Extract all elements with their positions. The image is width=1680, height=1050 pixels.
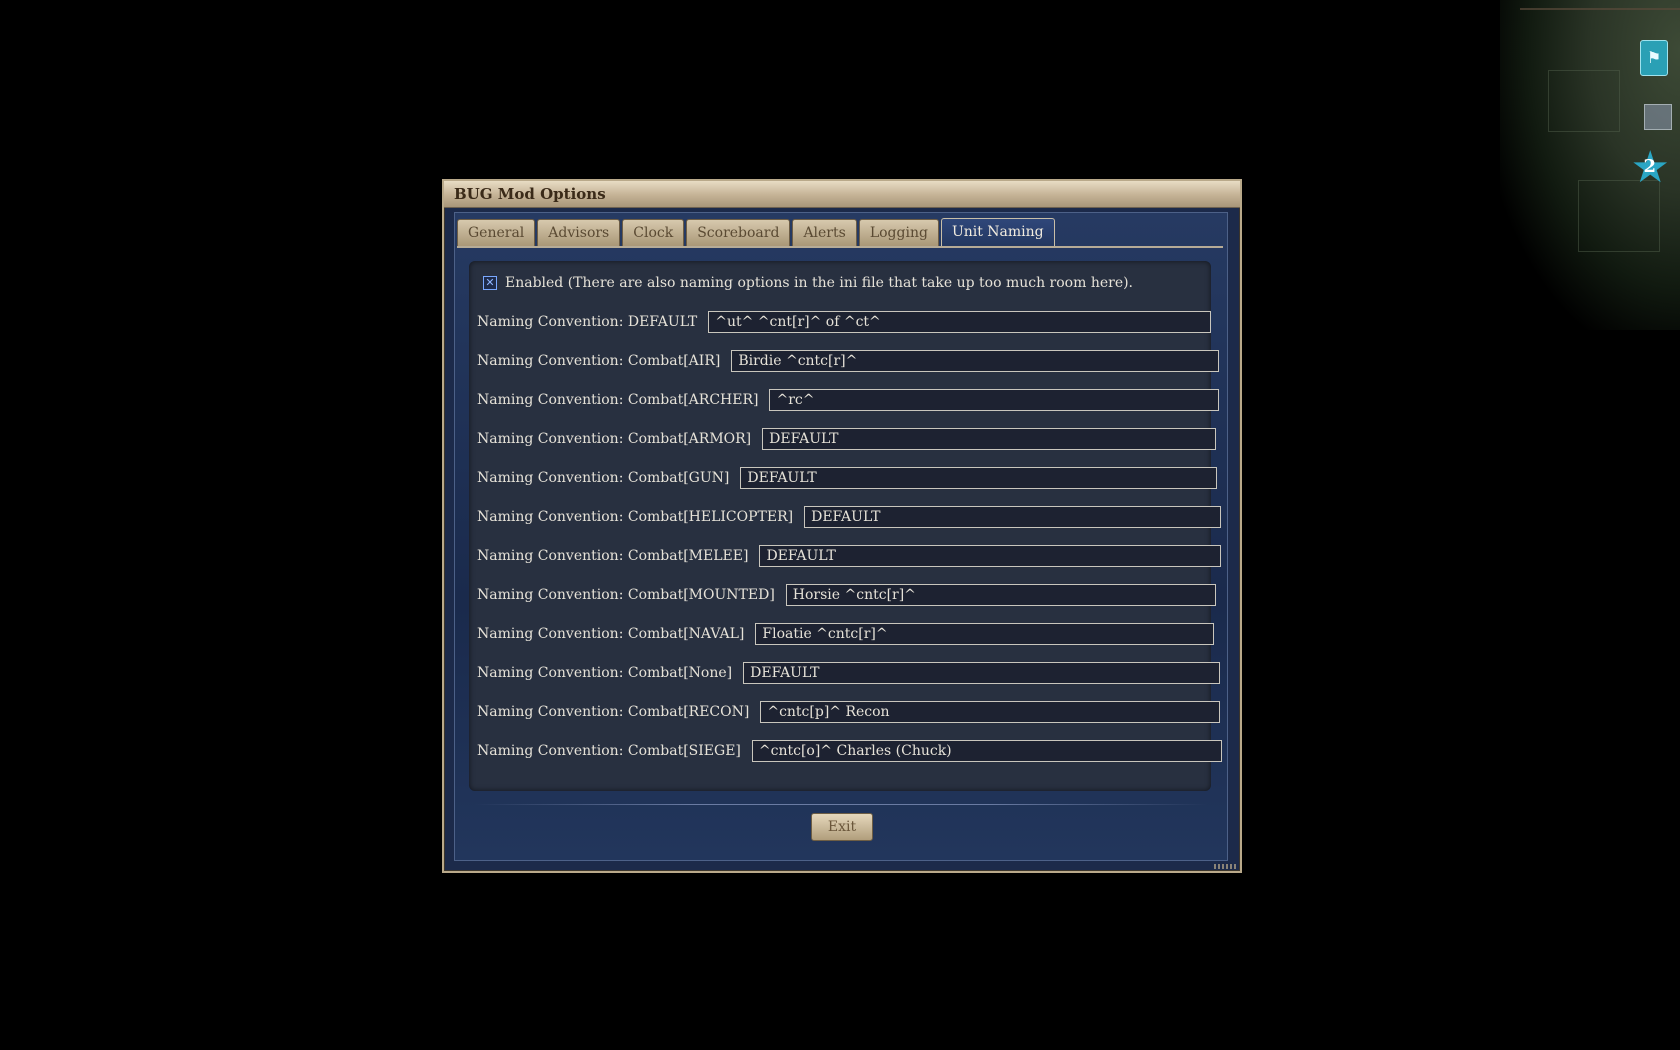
field-row-archer: Naming Convention: Combat[ARCHER] ^rc^: [477, 387, 1220, 413]
map-road: [1520, 8, 1680, 10]
field-row-air: Naming Convention: Combat[AIR] Birdie ^c…: [477, 348, 1220, 374]
naming-air-input[interactable]: Birdie ^cntc[r]^: [731, 350, 1220, 372]
map-background: ⚑ ★ 2: [1500, 0, 1680, 330]
field-row-none: Naming Convention: Combat[None] DEFAULT: [477, 660, 1221, 686]
field-row-gun: Naming Convention: Combat[GUN] DEFAULT: [477, 465, 1218, 491]
naming-armor-input[interactable]: DEFAULT: [762, 428, 1217, 450]
naming-melee-input[interactable]: DEFAULT: [759, 545, 1222, 567]
star-number: 2: [1643, 156, 1656, 177]
field-label: Naming Convention: Combat[HELICOPTER]: [477, 509, 794, 525]
naming-gun-input[interactable]: DEFAULT: [740, 467, 1218, 489]
dialog-title: BUG Mod Options: [454, 185, 606, 203]
tab-advisors[interactable]: Advisors: [537, 219, 621, 246]
field-label: Naming Convention: DEFAULT: [477, 314, 698, 330]
checkbox-checked-icon[interactable]: ✕: [483, 276, 497, 290]
unit-flag-icon[interactable]: ⚑: [1640, 40, 1668, 76]
resize-grip-icon[interactable]: [1214, 864, 1238, 869]
field-label: Naming Convention: Combat[RECON]: [477, 704, 750, 720]
divider: [475, 804, 1207, 805]
enabled-option[interactable]: ✕ Enabled (There are also naming options…: [483, 275, 1133, 291]
naming-naval-input[interactable]: Floatie ^cntc[r]^: [755, 623, 1215, 645]
field-label: Naming Convention: Combat[GUN]: [477, 470, 730, 486]
tab-scoreboard[interactable]: Scoreboard: [686, 219, 791, 246]
field-row-melee: Naming Convention: Combat[MELEE] DEFAULT: [477, 543, 1222, 569]
field-label: Naming Convention: Combat[MELEE]: [477, 548, 749, 564]
field-row-mounted: Naming Convention: Combat[MOUNTED] Horsi…: [477, 582, 1216, 608]
tab-clock[interactable]: Clock: [622, 219, 685, 246]
field-label: Naming Convention: Combat[None]: [477, 665, 733, 681]
dialog-body: General Advisors Clock Scoreboard Alerts…: [454, 212, 1228, 861]
naming-none-input[interactable]: DEFAULT: [743, 662, 1221, 684]
field-label: Naming Convention: Combat[ARCHER]: [477, 392, 759, 408]
tab-bar: General Advisors Clock Scoreboard Alerts…: [457, 218, 1057, 247]
field-row-naval: Naming Convention: Combat[NAVAL] Floatie…: [477, 621, 1215, 647]
field-row-recon: Naming Convention: Combat[RECON] ^cntc[p…: [477, 699, 1221, 725]
tab-underline: [457, 246, 1223, 248]
map-tile: [1548, 70, 1620, 132]
field-row-default: Naming Convention: DEFAULT ^ut^ ^cnt[r]^…: [477, 309, 1212, 335]
field-label: Naming Convention: Combat[MOUNTED]: [477, 587, 775, 603]
city-icon[interactable]: [1644, 104, 1672, 130]
tab-logging[interactable]: Logging: [858, 219, 939, 246]
naming-helicopter-input[interactable]: DEFAULT: [804, 506, 1222, 528]
tab-general[interactable]: General: [457, 219, 536, 246]
field-row-helicopter: Naming Convention: Combat[HELICOPTER] DE…: [477, 504, 1222, 530]
field-label: Naming Convention: Combat[ARMOR]: [477, 431, 752, 447]
field-label: Naming Convention: Combat[AIR]: [477, 353, 721, 369]
field-row-armor: Naming Convention: Combat[ARMOR] DEFAULT: [477, 426, 1217, 452]
naming-recon-input[interactable]: ^cntc[p]^ Recon: [760, 701, 1221, 723]
tab-alerts[interactable]: Alerts: [792, 219, 857, 246]
field-label: Naming Convention: Combat[NAVAL]: [477, 626, 745, 642]
unit-naming-panel: ✕ Enabled (There are also naming options…: [469, 261, 1222, 791]
exit-button[interactable]: Exit: [811, 813, 873, 841]
naming-default-input[interactable]: ^ut^ ^cnt[r]^ of ^ct^: [708, 311, 1212, 333]
bug-mod-options-dialog: BUG Mod Options General Advisors Clock S…: [442, 179, 1242, 873]
tab-unit-naming[interactable]: Unit Naming: [940, 218, 1055, 247]
naming-siege-input[interactable]: ^cntc[o]^ Charles (Chuck): [751, 740, 1222, 762]
naming-mounted-input[interactable]: Horsie ^cntc[r]^: [785, 584, 1216, 606]
field-label: Naming Convention: Combat[SIEGE]: [477, 743, 741, 759]
enabled-label: Enabled (There are also naming options i…: [505, 275, 1134, 291]
field-row-siege: Naming Convention: Combat[SIEGE] ^cntc[o…: [477, 738, 1222, 764]
title-bar[interactable]: BUG Mod Options: [444, 181, 1240, 208]
naming-archer-input[interactable]: ^rc^: [769, 389, 1220, 411]
